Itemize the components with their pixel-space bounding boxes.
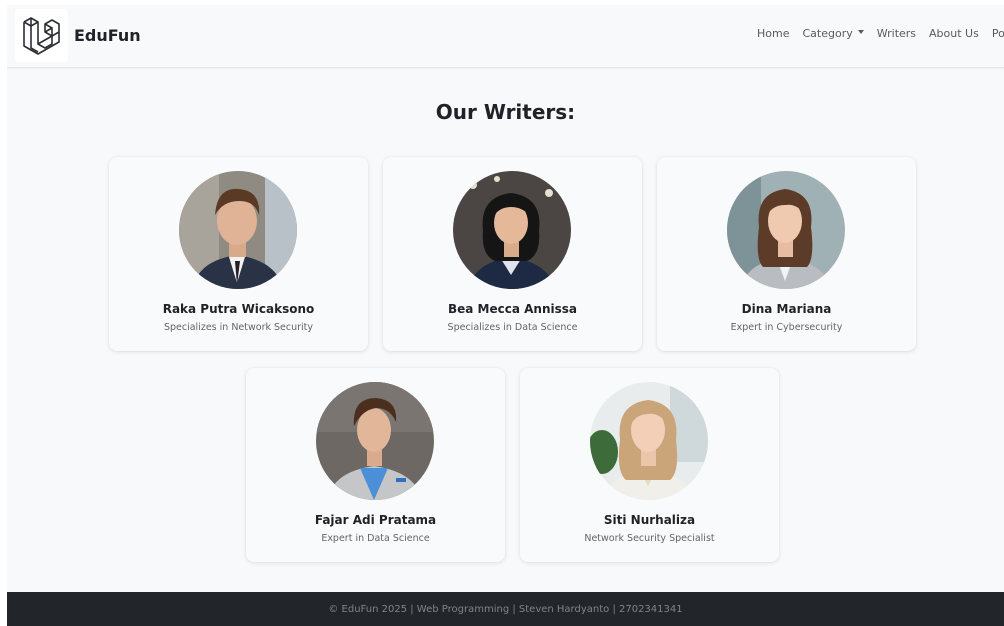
caret-down-icon	[857, 30, 864, 34]
writer-name: Fajar Adi Pratama	[314, 513, 437, 527]
writer-card[interactable]: Bea Mecca Annissa Specializes in Data Sc…	[383, 157, 642, 351]
writer-specialty: Expert in Data Science	[321, 533, 430, 544]
writer-specialty: Expert in Cybersecurity	[730, 322, 843, 333]
page-title: Our Writers:	[435, 100, 576, 124]
writer-card[interactable]: Siti Nurhaliza Network Security Speciali…	[520, 368, 779, 562]
nav-link-home[interactable]: Home	[757, 27, 789, 40]
nav-link-category[interactable]: Category	[802, 27, 864, 40]
writer-card[interactable]: Raka Putra Wicaksono Specializes in Netw…	[109, 157, 368, 351]
writer-name: Siti Nurhaliza	[603, 513, 696, 527]
writer-specialty: Network Security Specialist	[584, 533, 715, 544]
writer-specialty: Specializes in Data Science	[447, 322, 578, 333]
writer-avatar	[316, 382, 434, 500]
footer-text: © EduFun 2025 | Web Programming | Steven…	[328, 603, 683, 615]
nav-links: Home Category Writers About Us Popular	[757, 27, 1004, 40]
writer-avatar	[590, 382, 708, 500]
writer-avatar	[727, 171, 845, 289]
nav-link-popular[interactable]: Popular	[992, 27, 1004, 40]
page-frame: EduFun Home Category Writers About Us Po…	[7, 5, 1004, 626]
writer-card[interactable]: Dina Mariana Expert in Cybersecurity	[657, 157, 916, 351]
navbar: EduFun Home Category Writers About Us Po…	[7, 5, 1004, 68]
writer-name: Dina Mariana	[741, 302, 832, 316]
nav-link-about-us[interactable]: About Us	[929, 27, 979, 40]
nav-link-category-label: Category	[802, 27, 853, 40]
writer-card[interactable]: Fajar Adi Pratama Expert in Data Science	[246, 368, 505, 562]
writer-avatar	[453, 171, 571, 289]
writer-specialty: Specializes in Network Security	[163, 322, 314, 333]
writer-name: Bea Mecca Annissa	[447, 302, 577, 316]
footer: © EduFun 2025 | Web Programming | Steven…	[7, 592, 1004, 626]
brand-name: EduFun	[74, 26, 141, 45]
brand[interactable]: EduFun	[15, 9, 141, 62]
nav-link-writers[interactable]: Writers	[877, 27, 916, 40]
writer-avatar	[179, 171, 297, 289]
laravel-logo-icon	[15, 9, 68, 62]
writer-name: Raka Putra Wicaksono	[162, 302, 315, 316]
